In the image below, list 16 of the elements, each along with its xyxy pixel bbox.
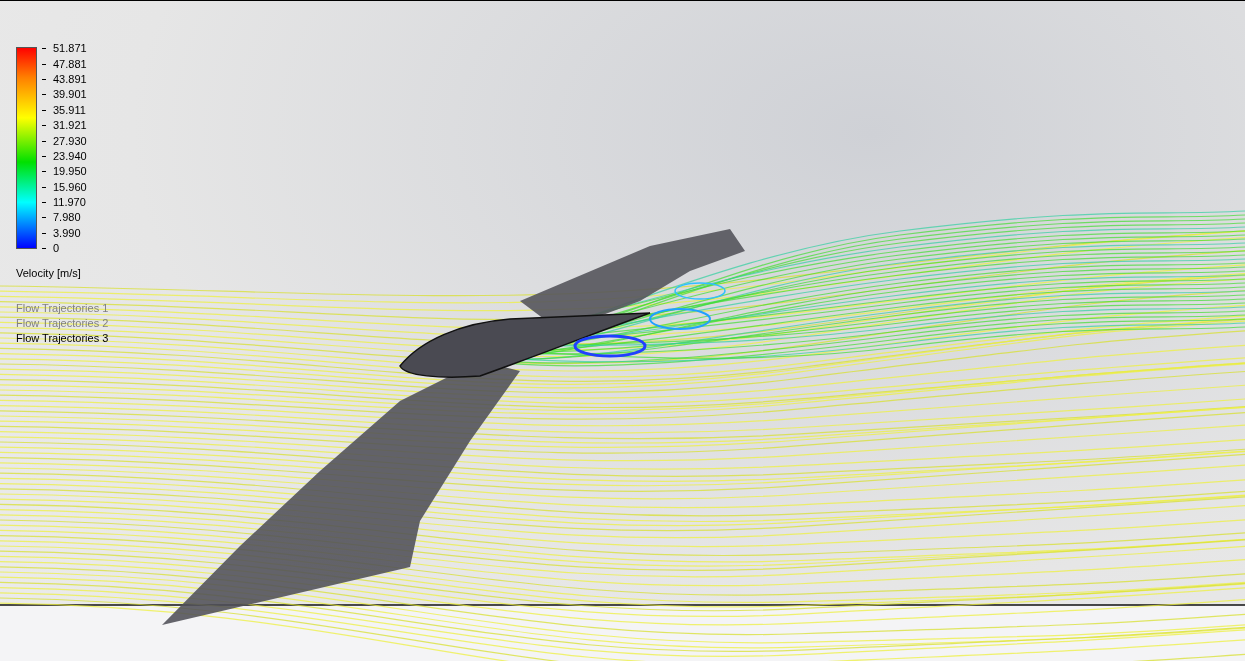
scale-tick-label: 0 xyxy=(53,243,60,255)
scale-tick-label: 3.990 xyxy=(53,227,81,239)
scale-tick-label: 43.891 xyxy=(53,73,87,85)
scale-tick-label: 19.950 xyxy=(53,166,87,178)
trajectory-item[interactable]: Flow Trajectories 3 xyxy=(16,331,109,347)
scale-tick-label: 51.871 xyxy=(53,43,87,55)
scale-tick-label: 11.970 xyxy=(53,197,86,209)
scale-tick-label: 39.901 xyxy=(53,89,87,101)
scale-tick-label: 23.940 xyxy=(53,150,87,162)
scale-tick-label: 15.960 xyxy=(53,181,87,193)
scale-tick-label: 7.980 xyxy=(53,212,81,224)
legend-title: Velocity [m/s] xyxy=(16,268,82,280)
scale-tick-label: 47.881 xyxy=(53,58,87,70)
scale-tick-label: 31.921 xyxy=(53,120,87,132)
scale-tick-label: 35.911 xyxy=(53,104,86,116)
scale-tick-label: 27.930 xyxy=(53,135,87,147)
